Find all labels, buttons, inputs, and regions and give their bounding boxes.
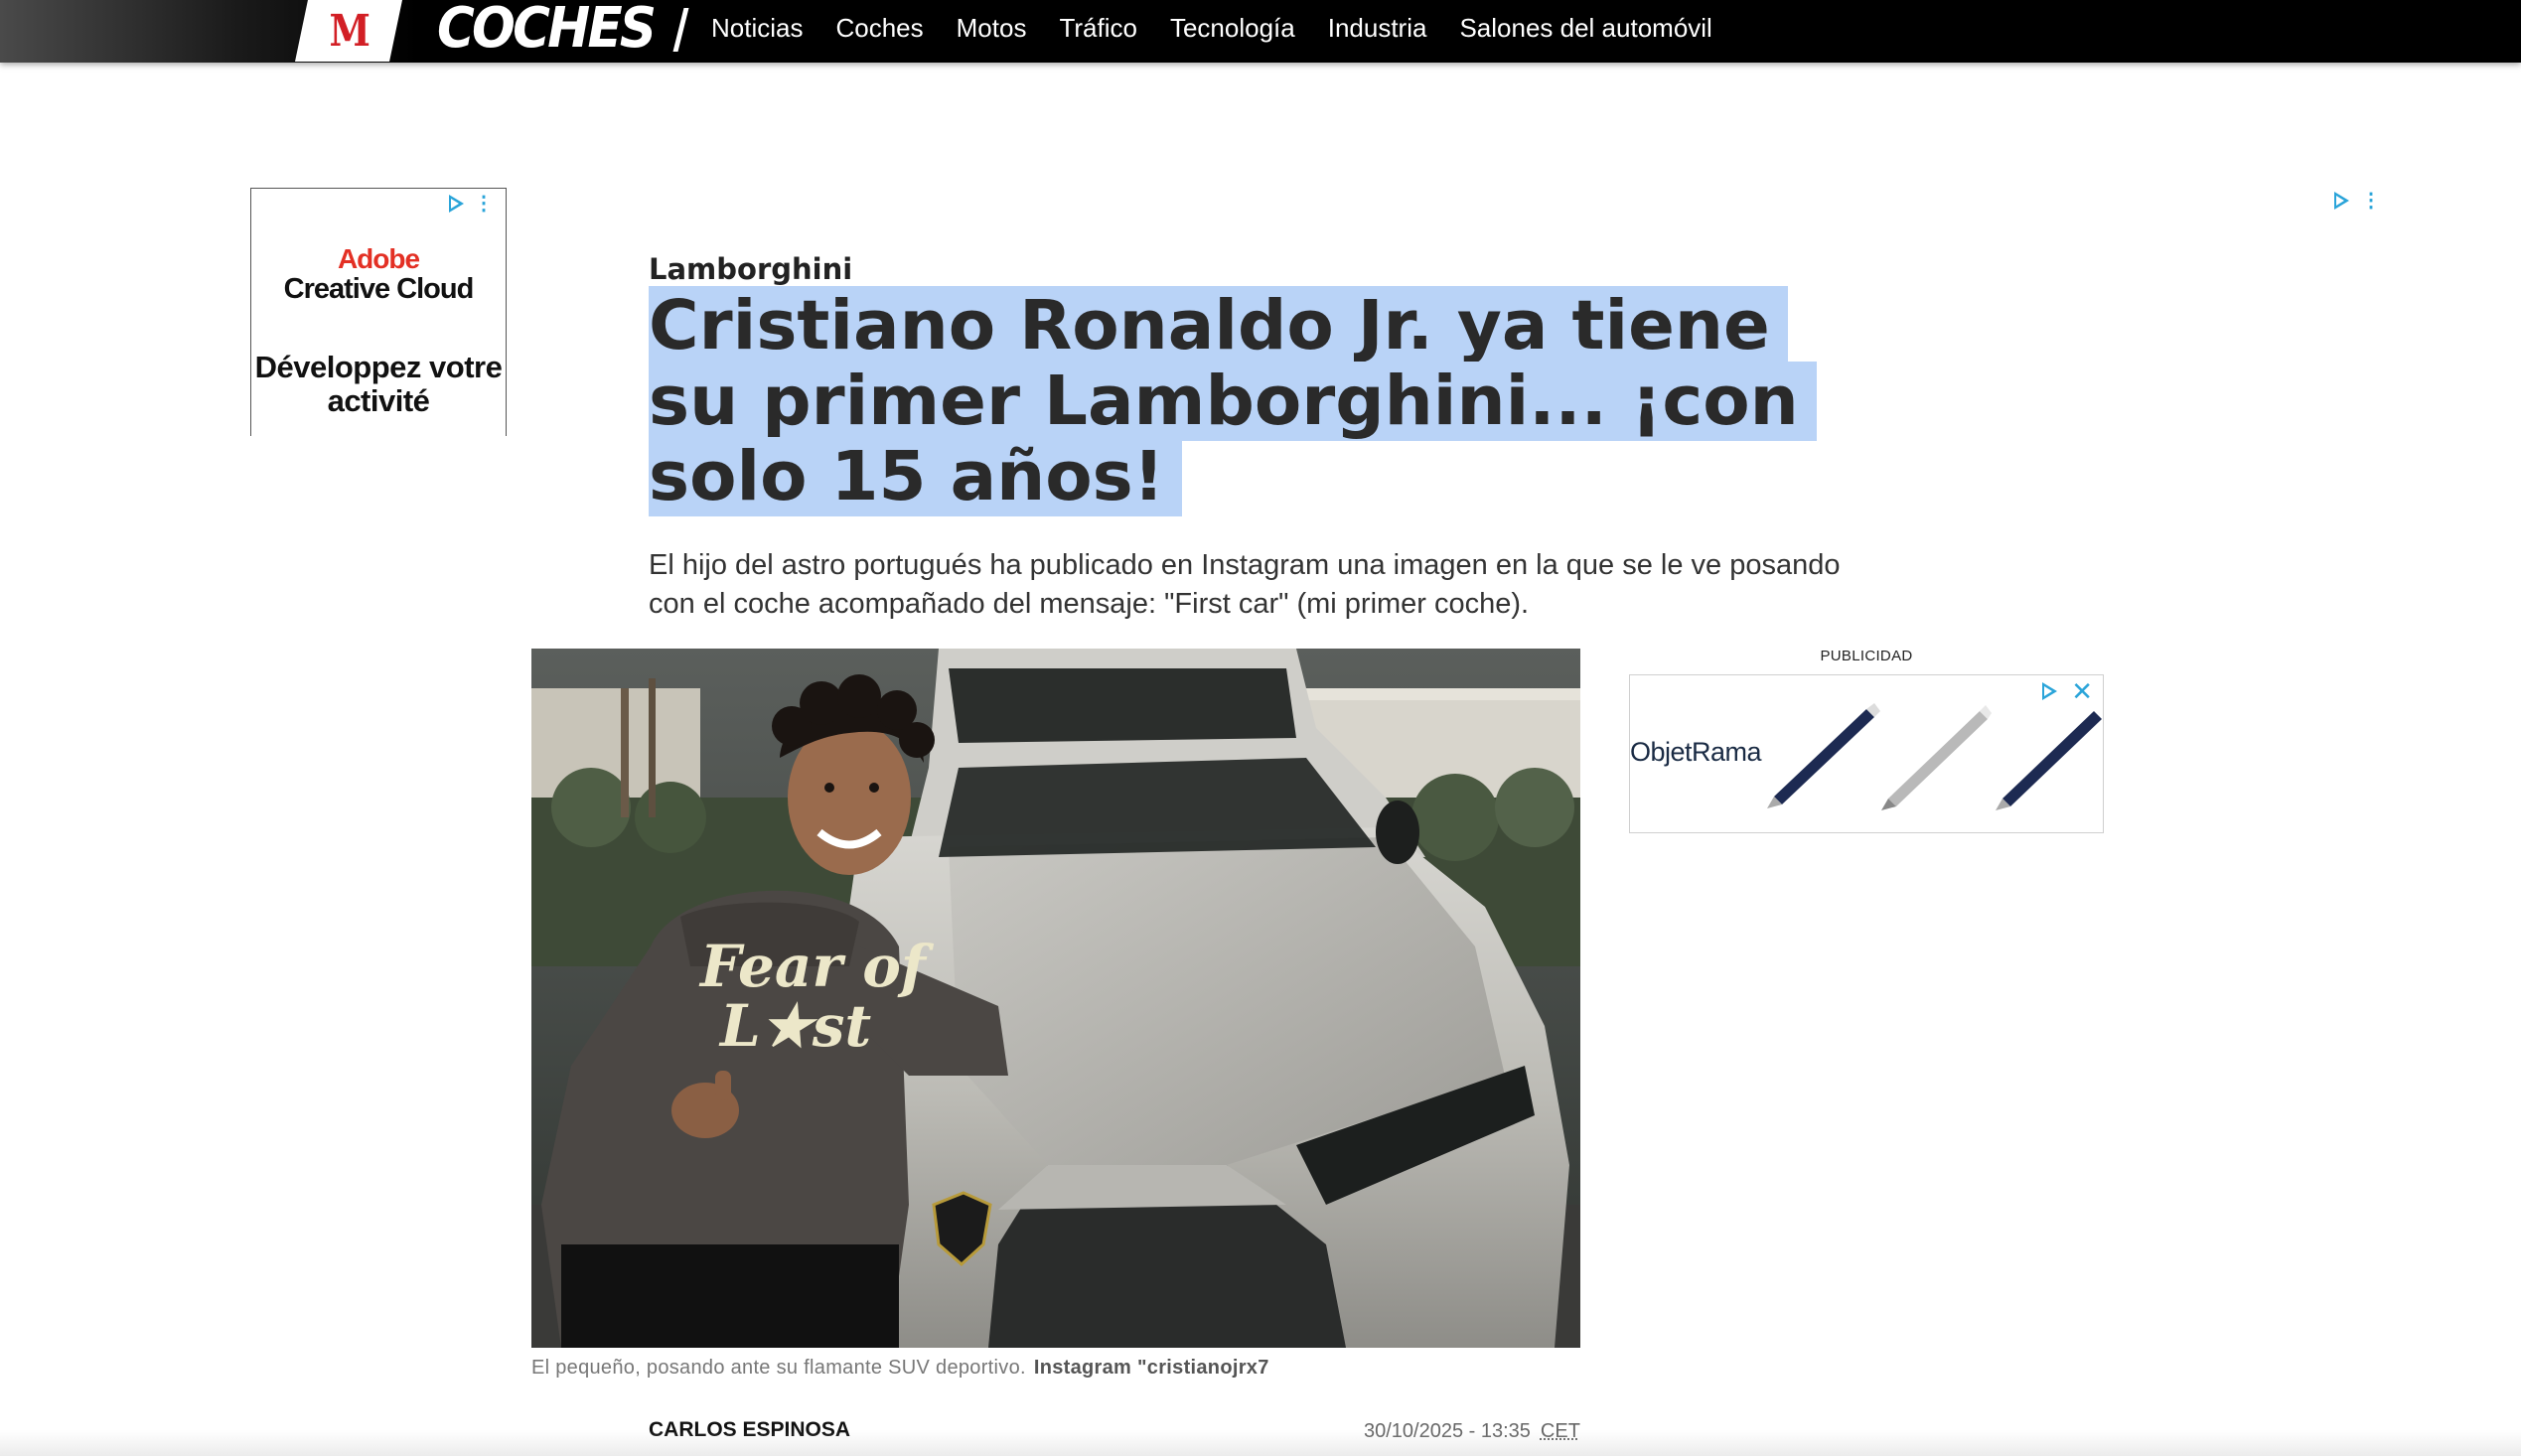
hoodie-print-line2: L★st — [718, 992, 871, 1060]
nav-item-motos[interactable]: Motos — [957, 0, 1027, 56]
photo-caption: El pequeño, posando ante su flamante SUV… — [531, 1357, 1269, 1380]
pens-illustration — [1767, 703, 2102, 810]
article-subhead: El hijo del astro portugués ha publicado… — [649, 549, 1841, 620]
adchoices-icon[interactable] — [449, 195, 464, 213]
nav-item-coches[interactable]: Coches — [835, 0, 923, 56]
hoodie-print-line1: Fear of — [698, 933, 935, 1000]
photo-illustration: Fear of L★st — [531, 649, 1580, 1348]
headline-text: Cristiano Ronaldo Jr. ya tiene su primer… — [649, 286, 1817, 516]
page: M COCHES Noticias Coches Motos Tráfico T… — [0, 0, 2521, 1456]
nav-item-salones[interactable]: Salones del automóvil — [1459, 0, 1711, 56]
marca-logo-letter: M — [329, 5, 370, 57]
ad-message: Développez votre activité — [254, 350, 503, 418]
top-navigation-bar: M COCHES Noticias Coches Motos Tráfico T… — [0, 0, 2521, 63]
nav-item-industria[interactable]: Industria — [1328, 0, 1427, 56]
ad-label: PUBLICIDAD — [1820, 648, 1913, 664]
marca-logo[interactable]: M — [295, 0, 402, 62]
coches-logo[interactable]: COCHES — [437, 0, 657, 60]
nav-item-trafico[interactable]: Tráfico — [1059, 0, 1137, 56]
nav-item-noticias[interactable]: Noticias — [711, 0, 803, 56]
ad-brand-line1: Adobe — [337, 243, 420, 274]
article-photo[interactable]: Fear of L★st — [531, 649, 1580, 1348]
adchoices-icon[interactable] — [2334, 192, 2349, 210]
pen-blue-2 — [1996, 711, 2102, 810]
ad-menu-dots-icon[interactable]: ⋮ — [2361, 191, 2381, 211]
logo-divider — [672, 8, 689, 52]
photo-caption-text: El pequeño, posando ante su flamante SUV… — [531, 1357, 1026, 1379]
bottom-fade — [0, 1430, 2521, 1456]
adchoices-control[interactable]: ⋮ — [449, 194, 494, 214]
article-kicker[interactable]: Lamborghini — [649, 252, 852, 286]
nav-item-tecnologia[interactable]: Tecnología — [1170, 0, 1295, 56]
ad-left-banner[interactable]: ⋮ Adobe Creative Cloud Développez votre … — [250, 188, 507, 436]
main-nav: Noticias Coches Motos Tráfico Tecnología… — [711, 0, 1745, 56]
pen-silver — [1881, 705, 1992, 810]
article-headline: Cristiano Ronaldo Jr. ya tiene su primer… — [649, 286, 1880, 516]
ad-brand-line2: Creative Cloud — [283, 273, 475, 305]
ad-menu-dots-icon[interactable]: ⋮ — [474, 194, 494, 214]
ad-right-banner[interactable]: ✕ ObjetRama — [1629, 674, 2104, 833]
ad-right-top-control[interactable]: ⋮ — [2334, 191, 2381, 211]
photo-credit: Instagram "cristianojrx7 — [1033, 1357, 1269, 1379]
pen-blue-1 — [1767, 703, 1880, 808]
